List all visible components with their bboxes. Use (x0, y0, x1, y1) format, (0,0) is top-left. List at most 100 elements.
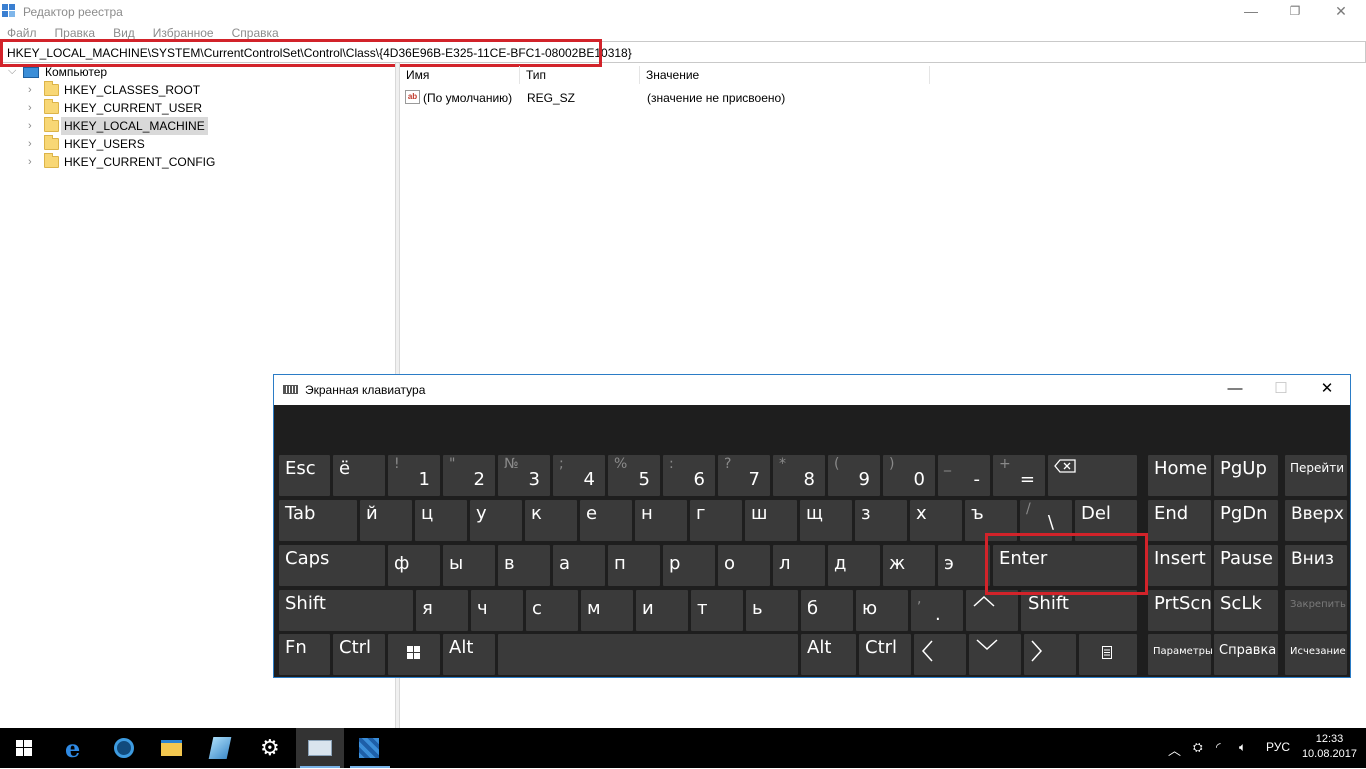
key-char[interactable]: и (636, 590, 688, 631)
key-char[interactable]: о (718, 545, 770, 586)
key-up-word[interactable]: Вверх (1285, 500, 1347, 541)
key-period[interactable]: ,. (911, 590, 963, 631)
key-char[interactable]: я (416, 590, 468, 631)
key-char[interactable]: е (580, 500, 632, 541)
key-alt-left[interactable]: Alt (443, 634, 495, 675)
taskbar-app-globe[interactable] (99, 728, 147, 768)
key-char[interactable]: ю (856, 590, 908, 631)
taskbar-app-crystal[interactable] (196, 728, 244, 768)
key-shift-label: _ (944, 456, 951, 472)
key-7[interactable]: ? 7 (718, 455, 770, 496)
key-9[interactable]: (9 (828, 455, 880, 496)
key-char[interactable]: с (526, 590, 578, 631)
network-icon[interactable]: ⛭ (1193, 740, 1203, 755)
key-label: 4 (583, 469, 595, 490)
key-char[interactable]: ц (415, 500, 467, 541)
key-arrow-down[interactable] (969, 634, 1021, 675)
key-pgup[interactable]: PgUp (1214, 455, 1278, 496)
key-fn[interactable]: Fn (279, 634, 330, 675)
key-menu[interactable] (1079, 634, 1137, 675)
key-alt-right[interactable]: Alt (801, 634, 856, 675)
key-pgdn[interactable]: PgDn (1214, 500, 1278, 541)
taskbar-regedit[interactable] (346, 728, 394, 768)
key-char[interactable]: ш (745, 500, 797, 541)
key-shift-right[interactable]: Shift (1021, 590, 1137, 631)
key-char[interactable]: щ (800, 500, 852, 541)
chevron-up-icon[interactable]: ︿ (1168, 740, 1181, 759)
key-1[interactable]: ! 1 (388, 455, 440, 496)
key-tab[interactable]: Tab (279, 500, 357, 541)
key-shift-label: " (449, 456, 456, 472)
key-5[interactable]: % 5 (608, 455, 660, 496)
key-ctrl-right[interactable]: Ctrl (859, 634, 911, 675)
key-char[interactable]: в (498, 545, 550, 586)
key-char[interactable]: л (773, 545, 825, 586)
key-char[interactable]: г (690, 500, 742, 541)
key-char[interactable]: н (635, 500, 687, 541)
key-char[interactable]: п (608, 545, 660, 586)
key-pause[interactable]: Pause (1214, 545, 1278, 586)
key-char[interactable]: ф (388, 545, 440, 586)
key-label: з (861, 503, 871, 524)
key-options[interactable]: Параметры (1148, 634, 1213, 675)
key-char[interactable]: б (801, 590, 853, 631)
key-4[interactable]: ; 4 (553, 455, 605, 496)
language-indicator[interactable]: РУС (1266, 740, 1290, 754)
key-help[interactable]: Справка (1214, 634, 1278, 675)
key-char[interactable]: ь (746, 590, 798, 631)
key-ctrl-left[interactable]: Ctrl (333, 634, 385, 675)
key-pin[interactable]: Закрепить (1285, 590, 1347, 631)
key-6[interactable]: :6 (663, 455, 715, 496)
key-space[interactable] (498, 634, 798, 675)
clock[interactable]: 12:33 10.08.2017 (1302, 732, 1357, 762)
key-minus[interactable]: _ - (938, 455, 990, 496)
key-char[interactable]: а (553, 545, 605, 586)
key-esc[interactable]: Esc (279, 455, 330, 496)
key-end[interactable]: End (1148, 500, 1211, 541)
taskbar-settings[interactable]: ⚙ (246, 728, 294, 768)
key-down-word[interactable]: Вниз (1285, 545, 1347, 586)
key-shift-label: : (669, 456, 674, 472)
key-label: 8 (803, 469, 815, 490)
key-2[interactable]: " 2 (443, 455, 495, 496)
key-shift-left[interactable]: Shift (279, 590, 413, 631)
key-char[interactable]: к (525, 500, 577, 541)
taskbar-edge[interactable]: e (51, 728, 99, 768)
key-arrow-up[interactable] (966, 590, 1018, 631)
key-backspace[interactable] (1048, 455, 1137, 496)
key-char[interactable]: р (663, 545, 715, 586)
key-equals[interactable]: + = (993, 455, 1045, 496)
key-fade[interactable]: Исчезание (1285, 634, 1347, 675)
key-char[interactable]: з (855, 500, 907, 541)
key-label: н (641, 503, 653, 524)
key-char[interactable]: м (581, 590, 633, 631)
key-char[interactable]: ы (443, 545, 495, 586)
key-char[interactable]: ч (471, 590, 523, 631)
wifi-icon[interactable]: ◜ (1216, 740, 1221, 754)
key-3[interactable]: № 3 (498, 455, 550, 496)
key-char[interactable]: т (691, 590, 743, 631)
key-caps[interactable]: Caps (279, 545, 385, 586)
key-arrow-left[interactable] (914, 634, 966, 675)
key-yo[interactable]: ё (333, 455, 385, 496)
key-char[interactable]: у (470, 500, 522, 541)
volume-icon[interactable]: 🔈︎ (1239, 740, 1246, 755)
key-8[interactable]: * 8 (773, 455, 825, 496)
key-label: Esc (285, 458, 316, 479)
key-home[interactable]: Home (1148, 455, 1211, 496)
key-0[interactable]: ) 0 (883, 455, 935, 496)
key-windows[interactable] (388, 634, 440, 675)
taskbar-explorer[interactable] (147, 728, 195, 768)
key-char[interactable]: ж (883, 545, 935, 586)
key-insert[interactable]: Insert (1148, 545, 1211, 586)
key-arrow-right[interactable] (1024, 634, 1076, 675)
key-char[interactable]: д (828, 545, 880, 586)
key-char[interactable]: э (938, 545, 990, 586)
taskbar-osk[interactable] (296, 728, 344, 768)
key-prtscn[interactable]: PrtScn (1148, 590, 1212, 631)
key-sclk[interactable]: ScLk (1214, 590, 1278, 631)
start-button[interactable] (0, 728, 48, 768)
key-goto[interactable]: Перейти (1285, 455, 1347, 496)
key-char[interactable]: х (910, 500, 962, 541)
key-char[interactable]: й (360, 500, 412, 541)
